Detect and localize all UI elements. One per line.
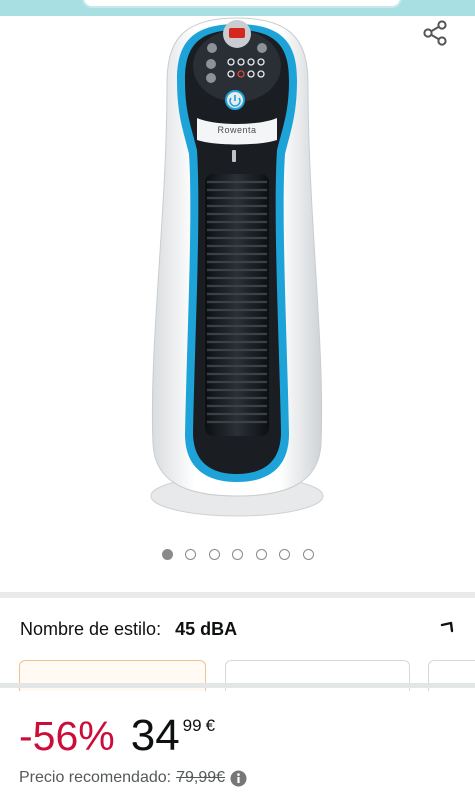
list-price-label: Precio recomendado: — [19, 769, 172, 786]
price-currency: € — [205, 716, 216, 735]
list-price-value: 79,99€ — [176, 769, 226, 786]
carousel-dot-3[interactable] — [208, 549, 220, 560]
section-divider — [0, 683, 475, 688]
carousel-dot-2[interactable] — [185, 549, 196, 560]
info-icon[interactable] — [230, 770, 247, 787]
share-icon — [423, 20, 447, 46]
price-whole: 34 — [130, 711, 180, 760]
price-fraction: 99 — [182, 716, 202, 735]
chevron-up-icon — [440, 621, 454, 633]
style-label: Nombre de estilo: — [20, 618, 162, 639]
image-carousel-indicator[interactable] — [0, 549, 475, 565]
carousel-dot-7[interactable] — [302, 549, 314, 560]
style-selector-header[interactable]: Nombre de estilo: 45 dBA — [20, 616, 460, 642]
discount-percent: -56% — [19, 713, 115, 759]
carousel-dot-4[interactable] — [232, 549, 243, 560]
section-divider — [0, 592, 475, 598]
carousel-dot-6[interactable] — [279, 549, 290, 560]
search-bar[interactable] — [82, 0, 402, 8]
price-block: -56% 34 99 € — [19, 708, 215, 764]
collapse-button[interactable] — [434, 616, 460, 642]
brand-logo: Rowenta — [217, 125, 256, 135]
share-button[interactable] — [419, 17, 451, 49]
carousel-dot-5[interactable] — [255, 549, 267, 560]
carousel-dot-1[interactable] — [161, 549, 173, 560]
next-row-peek — [19, 799, 219, 807]
product-image[interactable]: Rowenta — [145, 14, 330, 522]
style-value: 45 dBA — [175, 618, 238, 639]
list-price-row: Precio recomendado: 79,99€ — [19, 769, 247, 787]
